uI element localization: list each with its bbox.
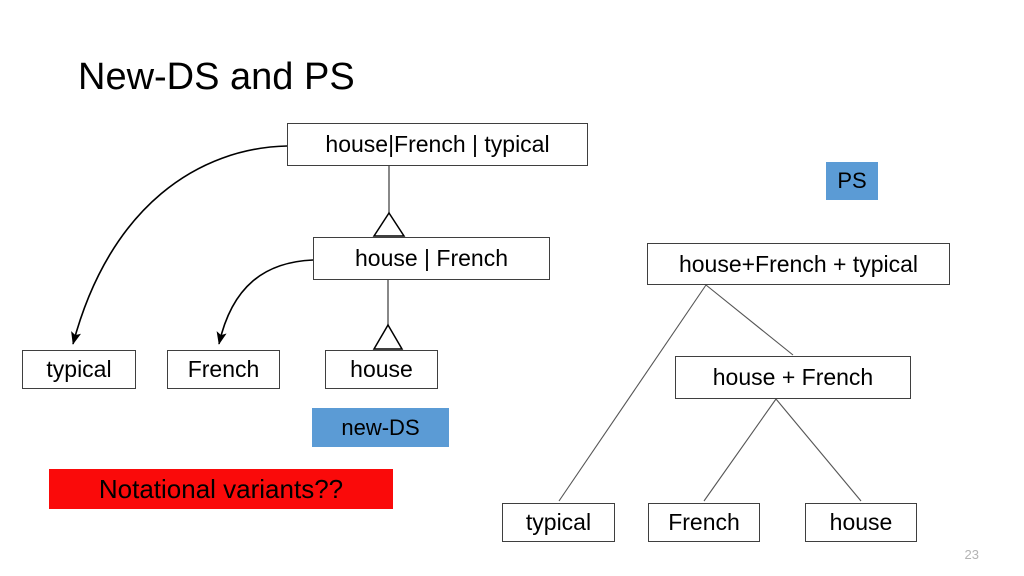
badge-label: PS [837,168,867,193]
node-label: house | French [354,245,508,271]
node-label: house+French + typical [678,250,919,277]
node-ds-root[interactable]: house|French | typical [287,123,588,166]
node-label: house|French | typical [325,131,550,157]
node-ds-house[interactable]: house [325,350,438,389]
node-ds-mid[interactable]: house | French [313,237,550,280]
node-label: typical [46,356,112,382]
page-number: 23 [964,547,979,562]
badge-notational-variants: Notational variants?? [49,469,393,509]
node-ds-french[interactable]: French [167,350,280,389]
node-ps-mid[interactable]: house + French [675,356,911,399]
node-label: typical [525,509,592,535]
node-label: French [187,356,260,382]
page-title: New-DS and PS [78,56,355,98]
badge-label: Notational variants?? [98,474,344,504]
node-ps-typical[interactable]: typical [502,503,615,542]
badge-new-ds: new-DS [312,408,449,447]
slide-canvas: New-DS and PS house|French | typical hou… [0,0,1024,576]
node-ps-french[interactable]: French [648,503,760,542]
node-ds-typical[interactable]: typical [22,350,136,389]
badge-label: new-DS [341,414,420,440]
node-ps-root[interactable]: house+French + typical [647,243,950,285]
node-label: house [350,356,413,382]
node-label: house [829,509,893,535]
badge-ps: PS [826,162,878,200]
node-label: house + French [712,364,874,390]
node-ps-house[interactable]: house [805,503,917,542]
node-label: French [668,509,740,535]
